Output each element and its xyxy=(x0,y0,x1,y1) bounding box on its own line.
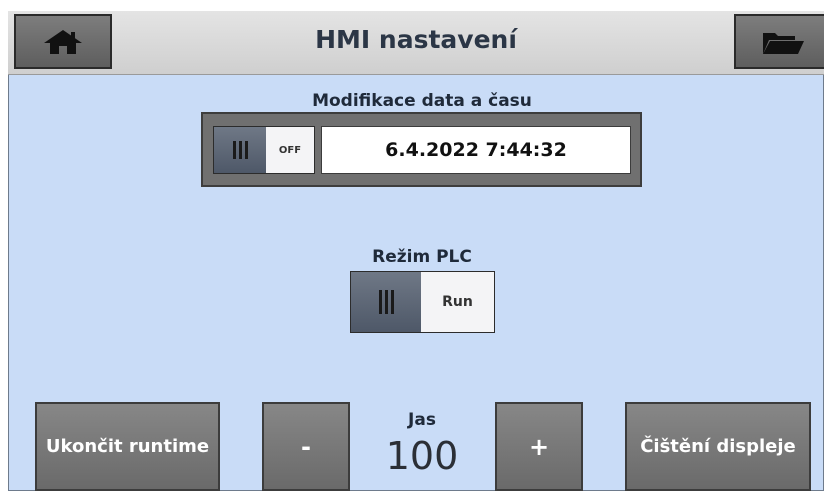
grip-icon xyxy=(232,141,248,159)
toggle-state-text: Run xyxy=(421,272,494,332)
toggle-knob xyxy=(351,272,421,332)
plc-mode-toggle[interactable]: Run xyxy=(350,271,495,333)
brightness-decrease-button[interactable]: - xyxy=(262,402,350,491)
header-bar: HMI nastavení xyxy=(8,11,824,75)
datetime-panel: OFF 6.4.2022 7:44:32 xyxy=(201,112,642,187)
brightness-value: 100 xyxy=(385,434,459,478)
folder-button[interactable] xyxy=(734,14,824,69)
toggle-knob xyxy=(214,127,266,173)
plc-mode-label: Režim PLC xyxy=(372,247,472,267)
brightness-increase-button[interactable]: + xyxy=(495,402,583,491)
toggle-state-text: OFF xyxy=(266,127,314,173)
datetime-label: Modifikace data a času xyxy=(312,91,532,111)
folder-open-icon xyxy=(763,32,804,54)
clean-display-button[interactable]: Čištění displeje xyxy=(625,402,811,491)
datetime-toggle[interactable]: OFF xyxy=(213,126,315,174)
page-title: HMI nastavení xyxy=(315,25,517,54)
datetime-value[interactable]: 6.4.2022 7:44:32 xyxy=(321,126,631,174)
grip-icon xyxy=(378,290,394,314)
brightness-label: Jas xyxy=(408,410,436,430)
exit-runtime-button[interactable]: Ukončit runtime xyxy=(35,402,220,491)
